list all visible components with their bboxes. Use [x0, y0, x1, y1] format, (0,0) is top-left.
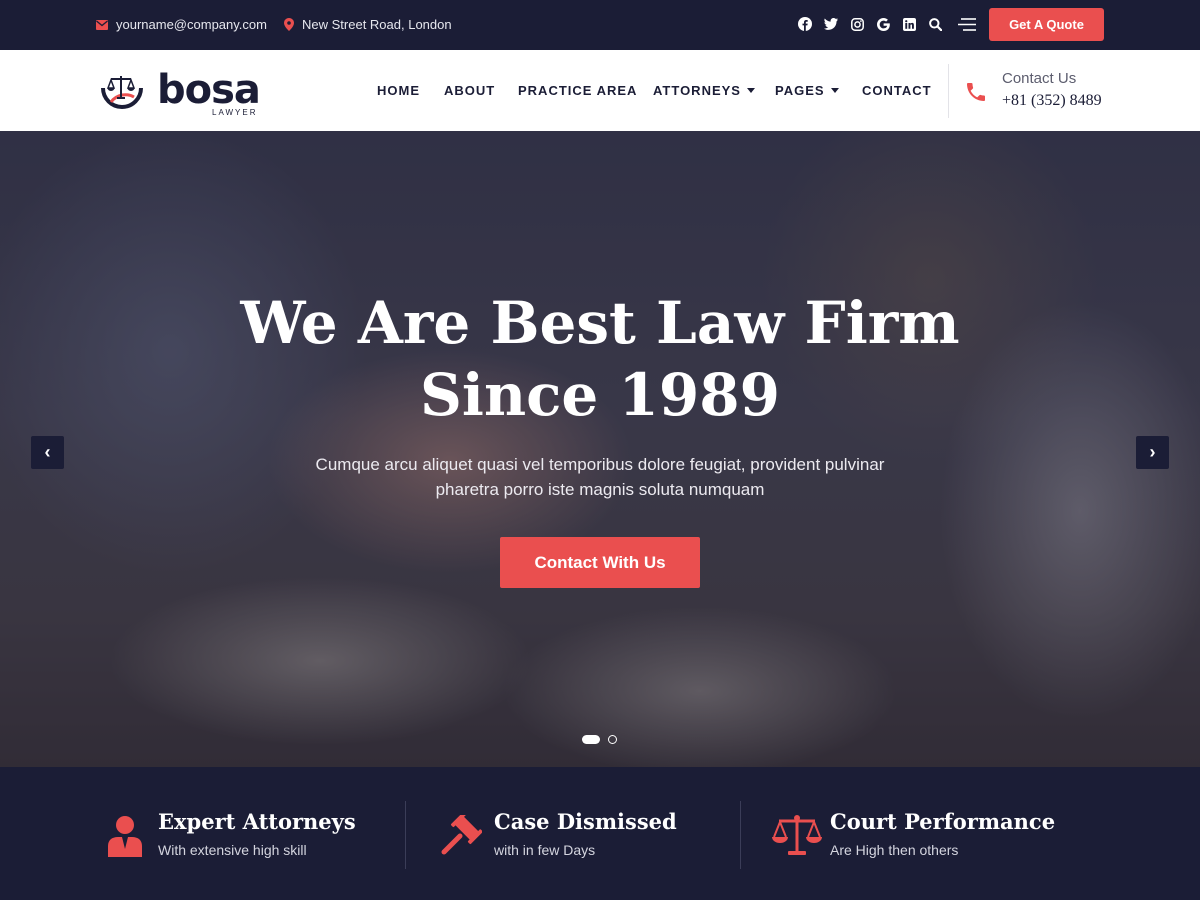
social-links	[798, 17, 976, 31]
nav-attorneys-label: ATTORNEYS	[653, 83, 741, 98]
feature-expert-attorneys: Expert Attorneys With extensive high ski…	[106, 767, 396, 900]
nav-contact[interactable]: CONTACT	[862, 83, 932, 98]
scales-logo-icon	[97, 66, 147, 121]
nav-attorneys[interactable]: ATTORNEYS	[653, 83, 755, 98]
main-header: bosa LAWYER HOME ABOUT PRACTICE AREA ATT…	[0, 50, 1200, 131]
chevron-right-icon: ›	[1149, 442, 1156, 462]
nav-pages[interactable]: PAGES	[775, 83, 839, 98]
feature-title: Case Dismissed	[494, 809, 677, 834]
logo-wordmark: bosa	[157, 67, 261, 113]
address-info: New Street Road, London	[284, 17, 452, 32]
hero-subtitle-line2: pharetra porro iste magnis soluta numqua…	[435, 480, 765, 499]
chevron-left-icon: ‹	[44, 442, 51, 462]
nav-home[interactable]: HOME	[377, 83, 420, 98]
nav-home-label: HOME	[377, 83, 420, 98]
feature-court-performance: Court Performance Are High then others	[771, 767, 1061, 900]
feature-divider	[740, 801, 741, 869]
location-pin-icon	[284, 18, 294, 31]
feature-case-dismissed: Case Dismissed with in few Days	[440, 767, 730, 900]
feature-description: Are High then others	[830, 842, 959, 858]
caret-down-icon	[746, 88, 755, 93]
feature-description: with in few Days	[494, 842, 596, 858]
logo-subtitle: LAWYER	[212, 108, 258, 117]
scales-icon	[771, 813, 823, 862]
hero-title-line1: We Are Best Law Firm	[240, 289, 960, 357]
phone-icon	[964, 80, 988, 109]
nav-about[interactable]: ABOUT	[444, 83, 495, 98]
header-divider	[948, 64, 949, 118]
top-bar: yourname@company.com New Street Road, Lo…	[0, 0, 1200, 50]
contact-number[interactable]: +81 (352) 8489	[1002, 92, 1102, 110]
slider-dot-1[interactable]	[582, 735, 600, 744]
hero-subtitle-line1: Cumque arcu aliquet quasi vel temporibus…	[315, 455, 885, 474]
contact-label: Contact Us	[1002, 70, 1077, 87]
attorney-icon	[106, 815, 144, 862]
contact-with-us-button[interactable]: Contact With Us	[500, 537, 700, 588]
slider-pagination	[582, 735, 617, 744]
gavel-icon	[440, 812, 483, 862]
feature-title: Expert Attorneys	[158, 809, 356, 834]
slider-prev-button[interactable]: ‹	[31, 436, 64, 469]
twitter-icon[interactable]	[824, 17, 838, 31]
caret-down-icon	[830, 88, 839, 93]
slider-dot-2[interactable]	[608, 735, 617, 744]
hero-overlay	[0, 131, 1200, 767]
nav-about-label: ABOUT	[444, 83, 496, 98]
envelope-icon	[96, 19, 108, 30]
slider-next-button[interactable]: ›	[1136, 436, 1169, 469]
nav-contact-label: CONTACT	[862, 83, 932, 98]
features-strip: Expert Attorneys With extensive high ski…	[0, 767, 1200, 900]
google-icon[interactable]	[876, 17, 890, 31]
linkedin-icon[interactable]	[902, 17, 916, 31]
menu-icon[interactable]	[958, 17, 976, 31]
email-text: yourname@company.com	[116, 17, 267, 32]
email-info[interactable]: yourname@company.com	[96, 17, 267, 32]
feature-title: Court Performance	[830, 809, 1056, 834]
feature-description: With extensive high skill	[158, 842, 307, 858]
instagram-icon[interactable]	[850, 17, 864, 31]
address-text: New Street Road, London	[302, 17, 452, 32]
nav-practice-area-label: PRACTICE AREA	[518, 83, 638, 98]
hero-slider: We Are Best Law Firm Since 1989 Cumque a…	[0, 131, 1200, 767]
nav-practice-area[interactable]: PRACTICE AREA	[518, 83, 637, 98]
feature-divider	[405, 801, 406, 869]
search-icon[interactable]	[928, 17, 942, 31]
facebook-icon[interactable]	[798, 17, 812, 31]
hero-title-line2: Since 1989	[420, 361, 780, 429]
get-a-quote-button[interactable]: Get A Quote	[989, 8, 1104, 41]
nav-pages-label: PAGES	[775, 83, 825, 98]
